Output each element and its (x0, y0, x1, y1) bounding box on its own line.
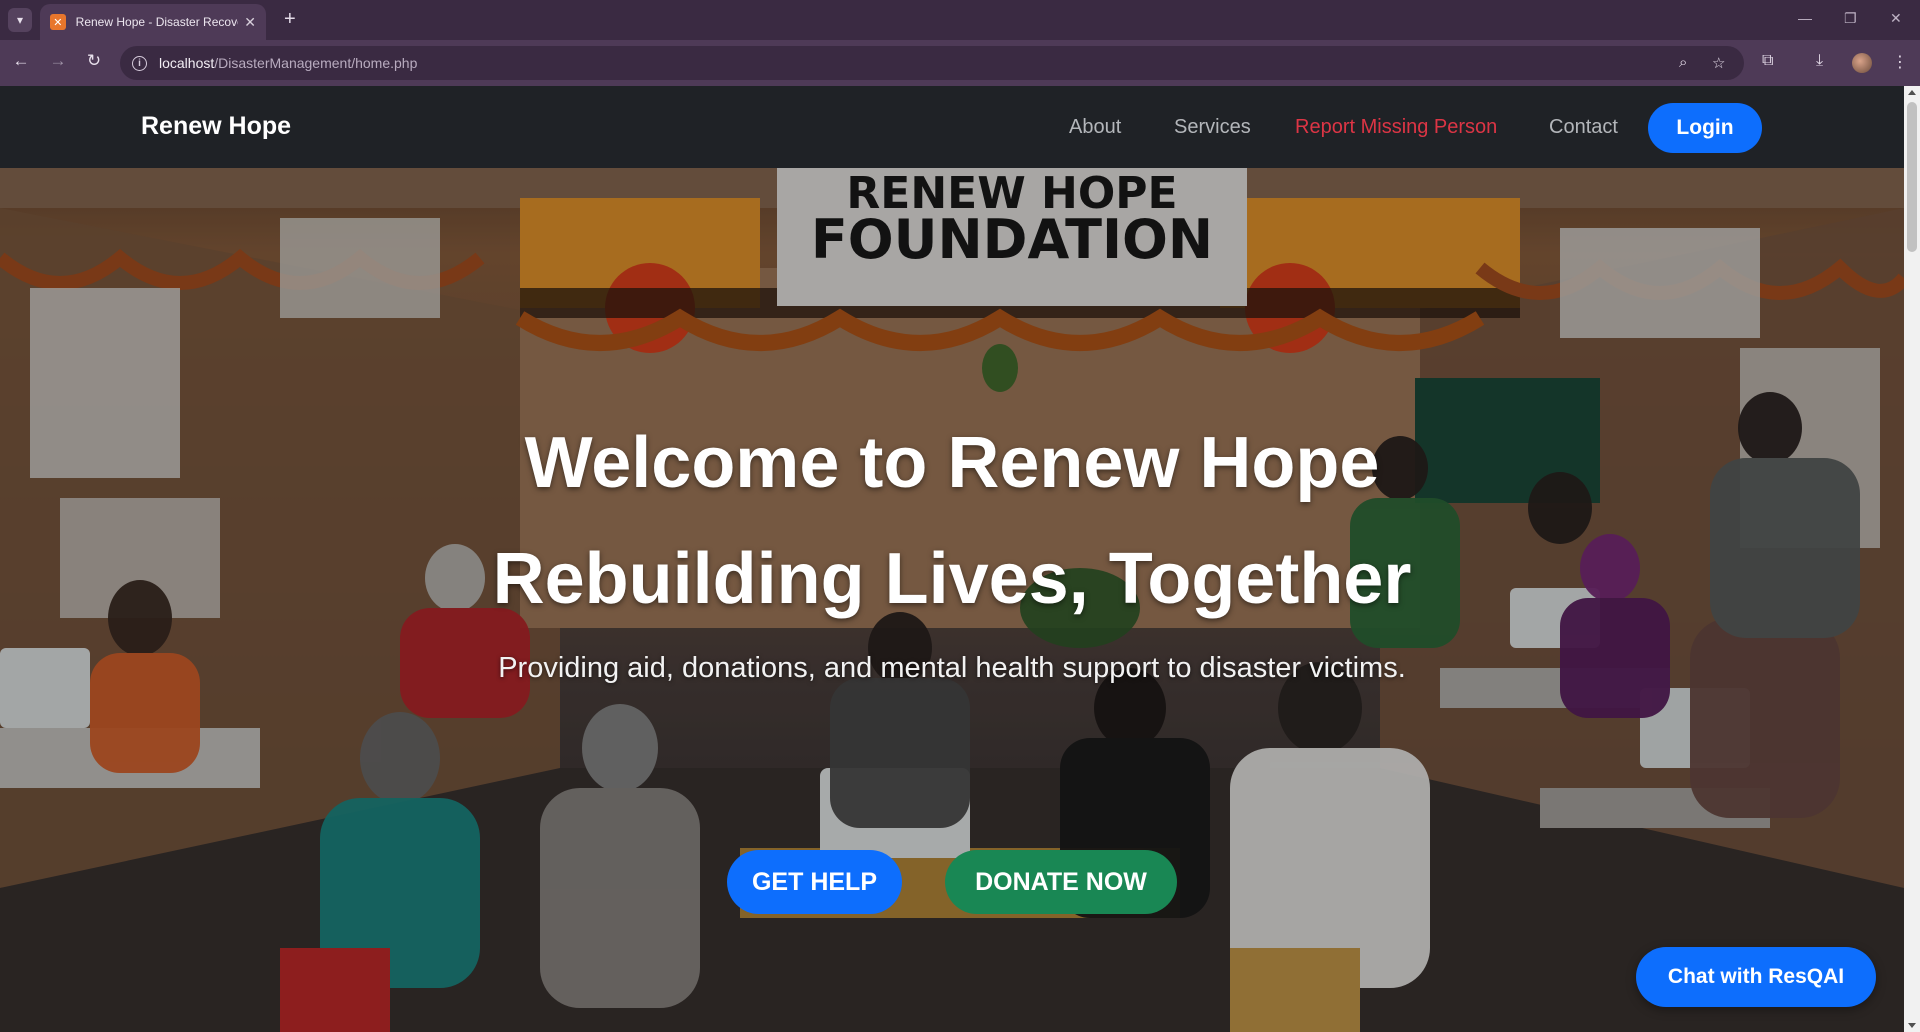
browser-tab[interactable]: ✕ Renew Hope - Disaster Recovery ✕ (40, 4, 266, 40)
star-icon[interactable]: ☆ (1712, 54, 1725, 72)
tab-title: Renew Hope - Disaster Recovery (75, 15, 239, 29)
xampp-icon: ✕ (50, 14, 66, 30)
browser-tab-bar: ▾ ✕ Renew Hope - Disaster Recovery ✕ + —… (0, 0, 1920, 40)
nav-about[interactable]: About (1069, 116, 1121, 139)
window-close-icon[interactable]: ✕ (1890, 10, 1902, 27)
extensions-icon[interactable]: ⧉ (1762, 52, 1773, 70)
hero-subtitle: Providing aid, donations, and mental hea… (498, 652, 1406, 684)
nav-report-missing-person[interactable]: Report Missing Person (1295, 116, 1497, 139)
browser-toolbar: ← → ↻ i localhost/DisasterManagement/hom… (0, 40, 1920, 86)
close-icon[interactable]: ✕ (244, 14, 256, 31)
address-bar[interactable]: i localhost/DisasterManagement/home.php … (120, 46, 1744, 80)
tab-list-icon[interactable]: ▾ (8, 8, 32, 32)
login-button[interactable]: Login (1648, 103, 1762, 153)
profile-avatar[interactable] (1852, 53, 1872, 73)
brand-logo[interactable]: Renew Hope (141, 112, 291, 141)
page-scrollbar[interactable] (1904, 86, 1920, 1032)
reload-icon[interactable]: ↻ (82, 51, 106, 71)
url-text[interactable]: localhost/DisasterManagement/home.php (159, 55, 417, 71)
scroll-thumb[interactable] (1907, 102, 1917, 252)
new-tab-icon[interactable]: + (284, 8, 296, 30)
minimize-icon[interactable]: — (1798, 10, 1812, 26)
back-icon[interactable]: ← (9, 51, 33, 71)
nav-services[interactable]: Services (1174, 116, 1251, 139)
info-icon[interactable]: i (132, 55, 147, 71)
chat-with-resqai-button[interactable]: Chat with ResQAI (1636, 947, 1876, 1007)
zoom-icon[interactable]: ⌕ (1679, 54, 1687, 71)
page-viewport: Renew Hope About Services Report Missing… (0, 86, 1904, 1032)
site-navbar: Renew Hope About Services Report Missing… (0, 86, 1904, 168)
hero-title-line2: Rebuilding Lives, Together (492, 539, 1412, 619)
restore-icon[interactable]: ❐ (1844, 10, 1857, 27)
scroll-up-icon[interactable] (1908, 90, 1916, 95)
menu-icon[interactable]: ⋮ (1892, 52, 1908, 72)
forward-icon[interactable]: → (46, 51, 70, 71)
download-icon[interactable]: ⤓ (1816, 52, 1823, 70)
nav-contact[interactable]: Contact (1549, 116, 1618, 139)
donate-now-button[interactable]: DONATE NOW (945, 850, 1177, 914)
scroll-down-icon[interactable] (1908, 1023, 1916, 1028)
hero-section: RENEW HOPE FOUNDATION Welcome to Renew H… (0, 168, 1904, 1032)
get-help-button[interactable]: GET HELP (727, 850, 902, 914)
hero-title-line1: Welcome to Renew Hope (524, 423, 1380, 503)
